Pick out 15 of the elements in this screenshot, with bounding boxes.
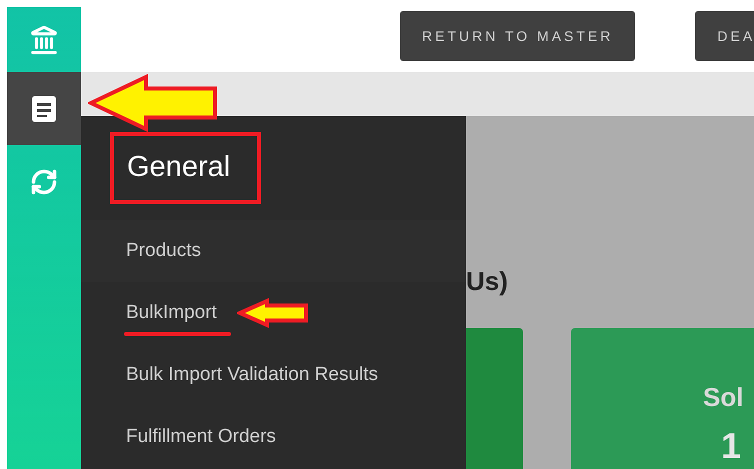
menu-item[interactable]: Fulfillment Orders — [126, 426, 276, 447]
header-button[interactable]: DEA — [695, 11, 754, 61]
menu-item[interactable]: Products — [126, 240, 201, 261]
menu-title: General — [127, 151, 232, 184]
sidebar-item[interactable] — [7, 72, 81, 145]
card-value: 1 — [720, 424, 742, 468]
refresh-icon — [30, 168, 58, 196]
arrow-annotation — [236, 298, 308, 328]
document-icon — [30, 94, 58, 124]
menu-item[interactable]: Bulk Import Validation Results — [126, 364, 378, 385]
section-heading: Us) — [466, 265, 509, 298]
bank-icon — [29, 24, 59, 54]
card-title: Sol — [702, 381, 744, 414]
header-button[interactable]: RETURN TO MASTER — [400, 11, 636, 61]
menu-item[interactable]: BulkImport — [126, 302, 217, 323]
